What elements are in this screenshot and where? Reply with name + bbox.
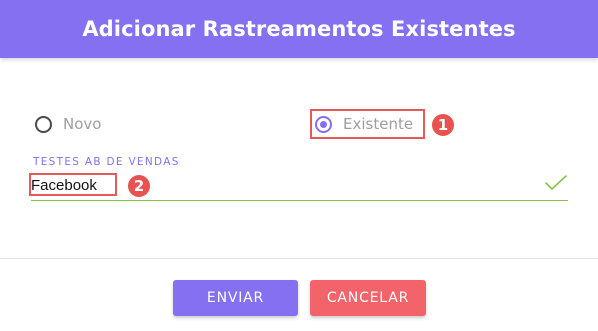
highlight-box-existente (310, 109, 425, 139)
highlight-box-facebook (29, 173, 117, 196)
step-badge-2: 2 (128, 175, 150, 197)
radio-label-novo: Novo (63, 115, 102, 133)
dialog-header: Adicionar Rastreamentos Existentes (0, 0, 598, 58)
radio-option-novo[interactable]: Novo (35, 112, 101, 136)
footer-divider (0, 258, 598, 259)
cancel-button[interactable]: CANCELAR (310, 280, 426, 316)
field-label: TESTES AB DE VENDAS (33, 156, 180, 168)
check-icon (545, 175, 567, 190)
step-badge-1: 1 (432, 114, 454, 136)
add-tracking-dialog: Adicionar Rastreamentos Existentes Novo … (0, 0, 598, 331)
submit-button[interactable]: ENVIAR (173, 280, 298, 316)
field-underline (31, 200, 568, 201)
dialog-title: Adicionar Rastreamentos Existentes (82, 17, 516, 41)
radio-unchecked-icon[interactable] (35, 115, 52, 133)
